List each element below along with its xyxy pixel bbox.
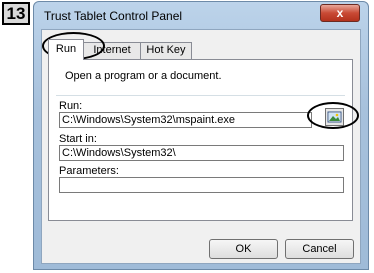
ok-button[interactable]: OK: [209, 239, 278, 259]
control-panel-window: Trust Tablet Control Panel x Run Interne…: [33, 1, 369, 270]
cancel-button[interactable]: Cancel: [285, 239, 354, 259]
close-button[interactable]: x: [320, 4, 360, 22]
separator: [56, 95, 345, 96]
window-title: Trust Tablet Control Panel: [44, 9, 183, 23]
tab-run[interactable]: Run: [48, 39, 84, 60]
tab-internet[interactable]: Internet: [83, 42, 141, 59]
panel-description: Open a program or a document.: [65, 70, 222, 82]
browse-picture-icon: [327, 111, 342, 123]
step-number-badge: 13: [2, 2, 30, 25]
start-in-field[interactable]: C:\Windows\System32\: [59, 145, 344, 161]
browse-button[interactable]: [325, 108, 344, 126]
start-in-label: Start in:: [59, 133, 97, 145]
tab-hot-key[interactable]: Hot Key: [140, 42, 192, 59]
parameters-label: Parameters:: [59, 165, 119, 177]
run-label: Run:: [59, 100, 83, 112]
title-bar[interactable]: Trust Tablet Control Panel x: [34, 2, 368, 30]
parameters-field[interactable]: [59, 177, 344, 193]
run-tab-panel: Open a program or a document. Run: C:\Wi…: [48, 59, 353, 221]
run-path-field[interactable]: C:\Windows\System32\mspaint.exe: [59, 112, 312, 128]
close-icon: x: [336, 6, 344, 20]
dialog-client-area: Run Internet Hot Key Open a program or a…: [41, 29, 361, 264]
